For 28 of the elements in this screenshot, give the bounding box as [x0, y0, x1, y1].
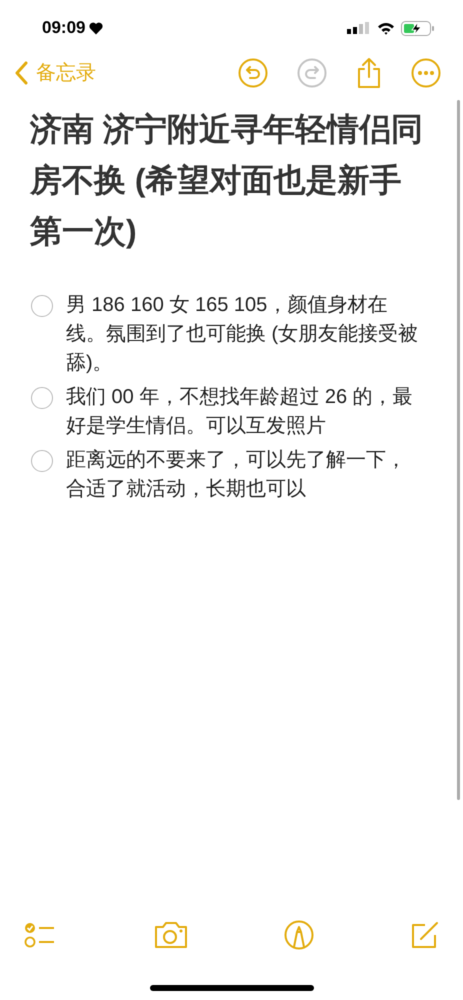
compose-icon [409, 920, 439, 950]
more-button[interactable] [411, 58, 441, 88]
redo-icon [297, 58, 327, 88]
chevron-left-icon [14, 61, 28, 85]
checkbox[interactable] [31, 295, 53, 317]
checklist-item-text: 距离远的不要来了，可以先了解一下，合适了就活动，长期也可以 [66, 448, 407, 502]
note-title: 济南 济宁附近寻年轻情侣同房不换 (希望对面也是新手第一次) [28, 110, 424, 251]
more-icon [411, 58, 441, 88]
battery-charging-icon [401, 20, 435, 36]
wifi-icon [377, 22, 395, 34]
share-button[interactable] [356, 57, 382, 89]
checkbox[interactable] [31, 450, 53, 472]
camera-button[interactable] [153, 921, 189, 949]
signal-icon [347, 22, 371, 34]
undo-button[interactable] [238, 58, 268, 88]
checkbox[interactable] [31, 387, 53, 409]
back-button[interactable]: 备忘录 [14, 58, 96, 88]
back-label: 备忘录 [36, 61, 96, 86]
markup-button[interactable] [284, 920, 314, 950]
share-icon [356, 57, 382, 89]
compose-button[interactable] [409, 920, 439, 950]
pen-tip-icon [284, 920, 314, 950]
checklist-item-text: 男 186 160 女 165 105，颜值身材在线。氛围到了也可能换 (女朋友能接受被舔)。 [66, 293, 420, 376]
undo-icon [238, 58, 268, 88]
status-time: 09:09 [42, 17, 86, 40]
heart-icon [89, 22, 104, 34]
checklist-item-text: 我们 00 年，不想找年龄超过 26 的，最好是学生情侣。可以互发照片 [66, 385, 414, 439]
camera-icon [153, 921, 189, 949]
